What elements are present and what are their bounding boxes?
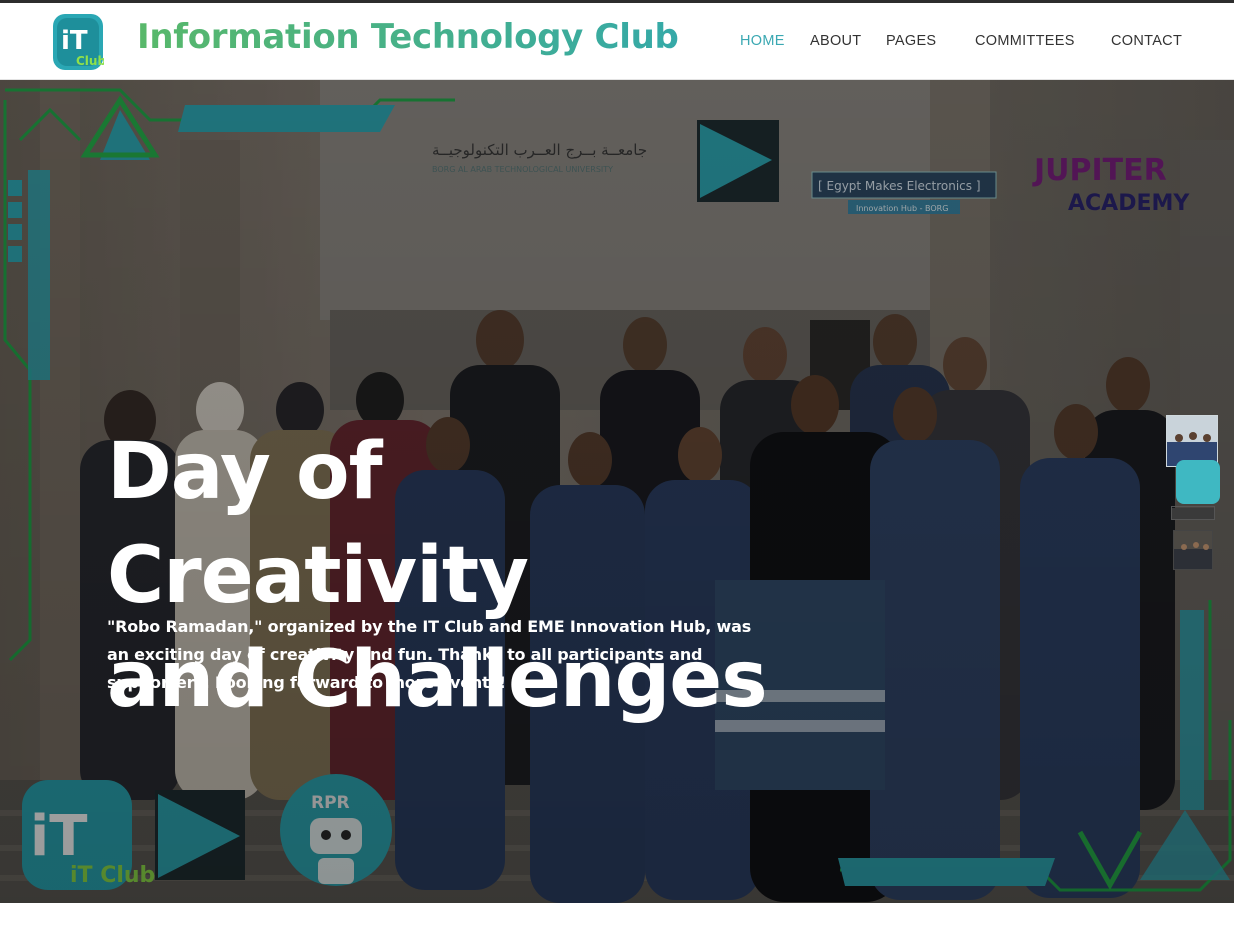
nav-committees[interactable]: COMMITTEES: [975, 33, 1075, 49]
slide-thumbnail-4[interactable]: [1173, 530, 1213, 570]
nav-home[interactable]: HOME: [740, 33, 785, 49]
logo-text: Club: [76, 54, 104, 68]
navbar: iT Club Information Technology Club HOME…: [0, 3, 1234, 80]
hero-slide: جامعــة بــرج العــرب التكنولوجيــة BORG…: [0, 80, 1234, 903]
slide-thumbnail-2-active[interactable]: [1176, 460, 1220, 504]
nav-pages[interactable]: PAGES: [886, 33, 936, 49]
brand-title[interactable]: Information Technology Club: [137, 17, 679, 57]
hero-title-line1: Day of Creativity: [107, 427, 529, 621]
nav-about[interactable]: ABOUT: [810, 33, 861, 49]
slide-thumbnail-3[interactable]: [1171, 506, 1215, 520]
logo-letter-it: iT: [61, 26, 88, 56]
club-logo-icon[interactable]: iT Club: [52, 13, 104, 71]
hero-description: "Robo Ramadan," organized by the IT Club…: [107, 617, 752, 692]
nav-contact[interactable]: CONTACT: [1111, 33, 1182, 49]
page-bottom-area: [0, 903, 1234, 926]
thumbnail-image-icon: [1172, 508, 1214, 519]
thumbnail-image-icon: [1174, 531, 1212, 569]
